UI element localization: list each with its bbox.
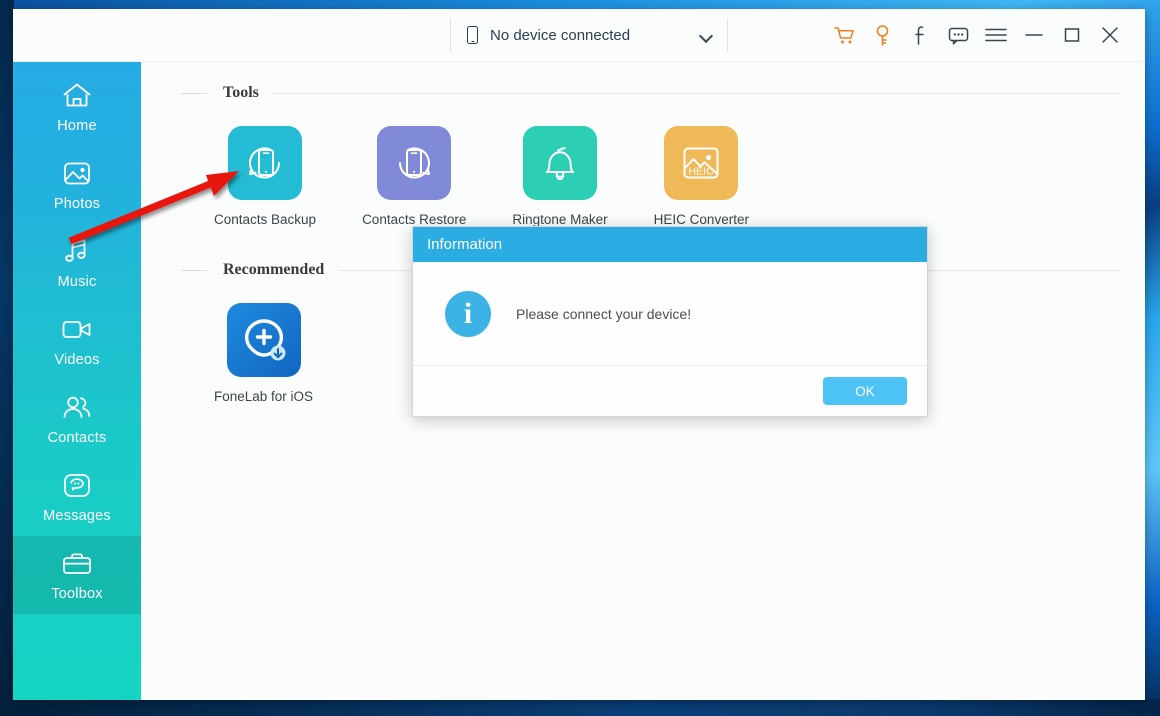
tools-section-title: Tools <box>207 84 273 102</box>
ok-button[interactable]: OK <box>823 377 907 405</box>
rule-left <box>181 270 207 271</box>
info-icon-glyph: i <box>464 299 472 329</box>
tools-tile-row: Contacts Backup Contacts Restore <box>181 108 1119 227</box>
tool-ringtone-maker[interactable]: Ringtone Maker <box>512 126 607 227</box>
sidebar-item-label: Home <box>57 118 96 134</box>
sidebar-item-contacts[interactable]: Contacts <box>13 380 141 458</box>
minimize-icon[interactable] <box>1015 17 1053 53</box>
dialog-title-text: Information <box>427 236 502 253</box>
window-icon-group <box>825 17 1129 53</box>
heic-converter-icon: HEIC <box>664 126 738 200</box>
key-icon[interactable] <box>863 17 901 53</box>
contacts-icon <box>60 393 94 423</box>
message-icon[interactable] <box>939 17 977 53</box>
tool-label: HEIC Converter <box>654 212 749 227</box>
toolbox-icon <box>60 549 94 579</box>
tool-heic-converter[interactable]: HEIC HEIC Converter <box>654 126 749 227</box>
photos-icon <box>60 159 94 189</box>
tools-section-header: Tools <box>181 84 1119 102</box>
maximize-icon[interactable] <box>1053 17 1091 53</box>
app-window: No device connected <box>13 9 1145 700</box>
window-body: Home Photos <box>13 62 1145 700</box>
tool-label: Ringtone Maker <box>512 212 607 227</box>
chevron-down-icon[interactable] <box>700 29 713 42</box>
sidebar-item-toolbox[interactable]: Toolbox <box>13 536 141 614</box>
music-icon <box>60 237 94 267</box>
tool-label: Contacts Backup <box>214 212 316 227</box>
messages-icon <box>60 471 94 501</box>
rule-right <box>273 93 1119 94</box>
sidebar-item-label: Photos <box>54 196 100 212</box>
tool-fonelab-for-ios[interactable]: FoneLab for iOS <box>214 303 313 404</box>
contacts-restore-icon <box>377 126 451 200</box>
device-status-label: No device connected <box>490 27 630 44</box>
tool-label: Contacts Restore <box>362 212 466 227</box>
device-selector[interactable]: No device connected <box>450 18 728 52</box>
ringtone-maker-icon <box>523 126 597 200</box>
contacts-backup-icon <box>228 126 302 200</box>
title-bar: No device connected <box>13 9 1145 62</box>
cart-icon[interactable] <box>825 17 863 53</box>
dialog-title-bar: Information <box>413 227 927 262</box>
fonelab-icon <box>227 303 301 377</box>
tool-label: FoneLab for iOS <box>214 389 313 404</box>
sidebar-item-music[interactable]: Music <box>13 224 141 302</box>
heic-badge-text: HEIC <box>689 166 715 178</box>
sidebar-item-label: Videos <box>54 352 99 368</box>
sidebar-item-label: Messages <box>43 508 111 524</box>
menu-icon[interactable] <box>977 17 1015 53</box>
facebook-icon[interactable] <box>901 17 939 53</box>
sidebar-item-label: Contacts <box>48 430 107 446</box>
sidebar-item-home[interactable]: Home <box>13 68 141 146</box>
sidebar-item-label: Music <box>58 274 97 290</box>
tool-contacts-restore[interactable]: Contacts Restore <box>362 126 466 227</box>
dialog-body: i Please connect your device! <box>413 262 927 366</box>
desktop-bottom-edge <box>0 699 1160 716</box>
info-icon: i <box>445 291 491 337</box>
home-icon <box>60 81 94 111</box>
main-panel: Tools Contacts Backup <box>141 62 1145 700</box>
close-icon[interactable] <box>1091 17 1129 53</box>
sidebar-item-videos[interactable]: Videos <box>13 302 141 380</box>
rule-left <box>181 93 207 94</box>
dialog-message: Please connect your device! <box>516 306 691 322</box>
sidebar-item-photos[interactable]: Photos <box>13 146 141 224</box>
information-dialog: Information i Please connect your device… <box>412 226 928 417</box>
tool-contacts-backup[interactable]: Contacts Backup <box>214 126 316 227</box>
phone-icon <box>467 26 478 44</box>
sidebar-item-label: Toolbox <box>51 586 102 602</box>
desktop-left-edge <box>0 0 14 716</box>
sidebar: Home Photos <box>13 62 141 700</box>
sidebar-item-messages[interactable]: Messages <box>13 458 141 536</box>
recommended-section-title: Recommended <box>207 261 338 279</box>
videos-icon <box>60 315 94 345</box>
dialog-footer: OK <box>413 366 927 416</box>
